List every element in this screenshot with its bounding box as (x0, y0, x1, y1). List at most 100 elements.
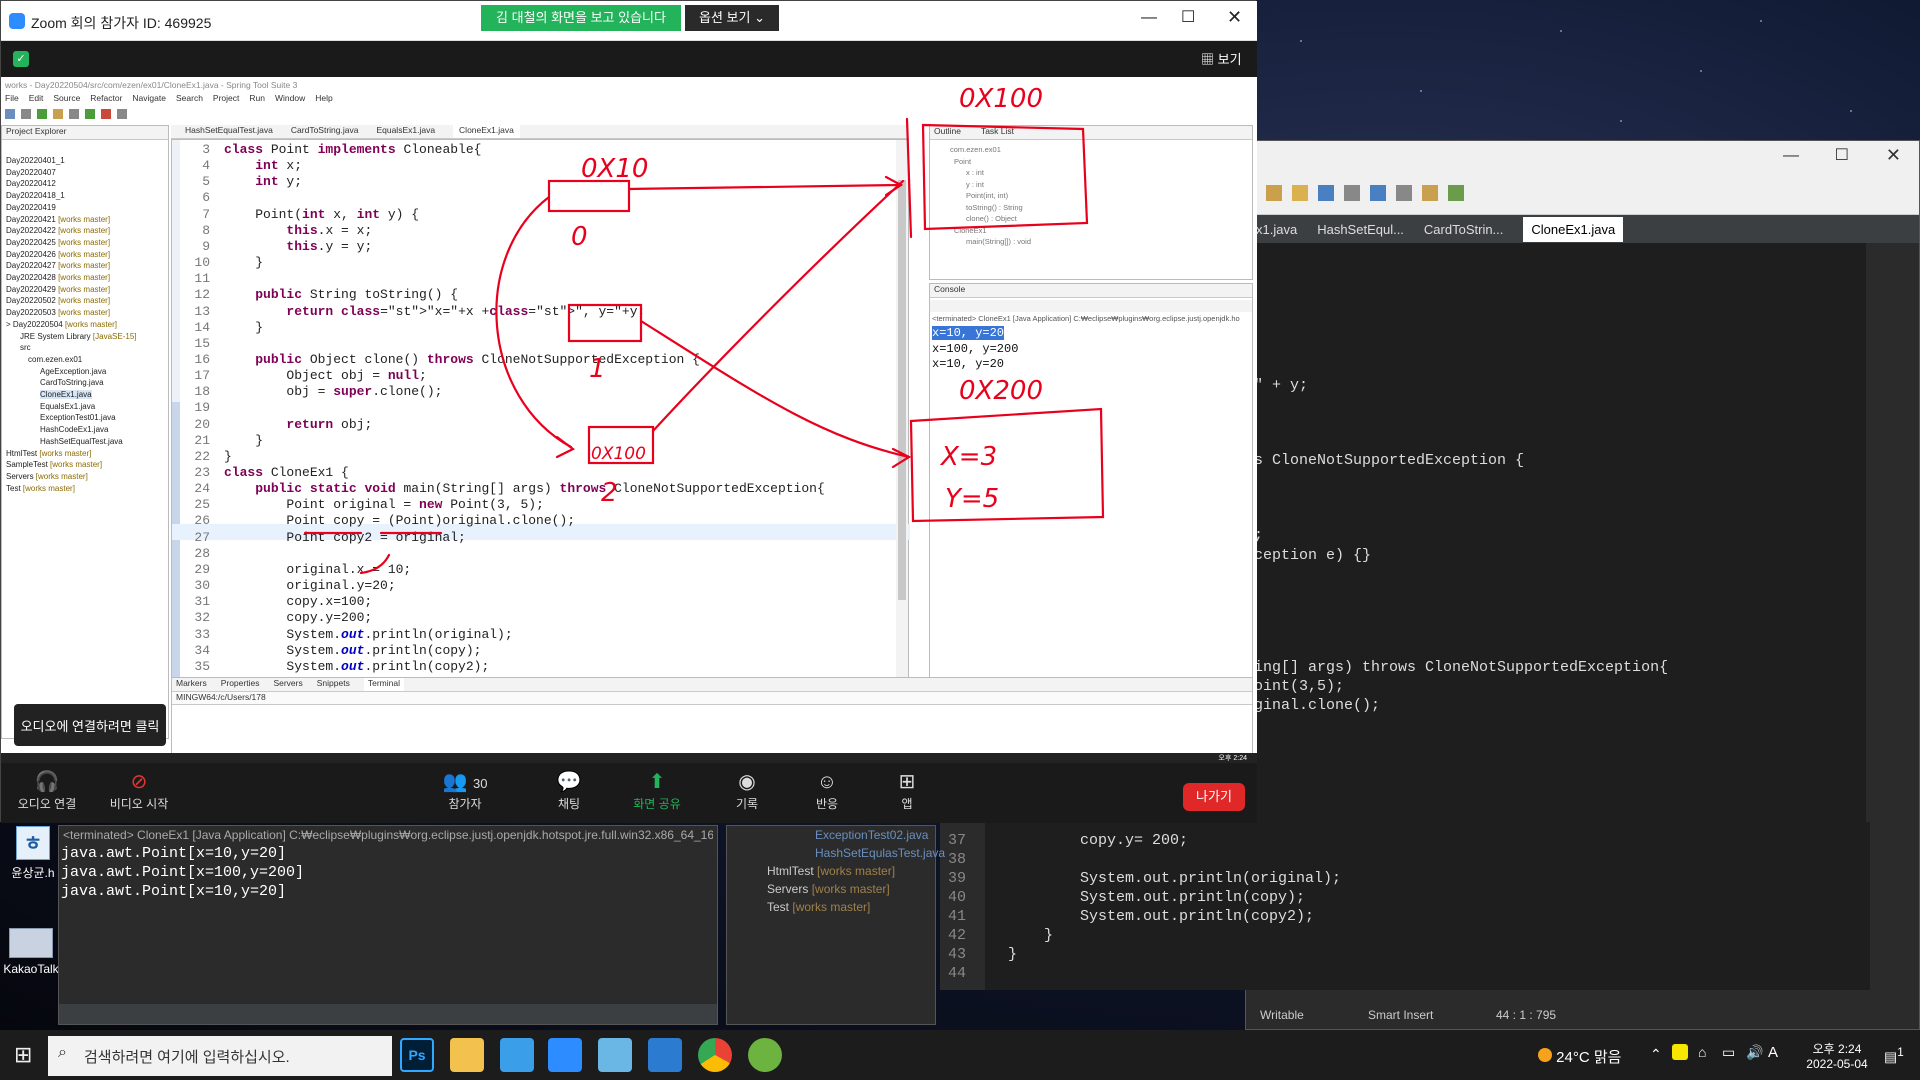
status-bar: Writable Smart Insert 44 : 1 : 795 (1246, 1001, 1919, 1029)
record-button[interactable]: ◉ 기록 (707, 769, 787, 812)
tool-icon[interactable] (1344, 185, 1360, 201)
app-icon[interactable] (598, 1038, 632, 1072)
video-button[interactable]: ⊘ 비디오 시작 (99, 769, 179, 812)
participants-icon: 👥 30 (442, 771, 488, 793)
hwp-file-icon: ㅎ (16, 826, 50, 860)
chevron-up-icon[interactable]: ⌃ (1650, 1046, 1662, 1063)
tool-icon[interactable] (1318, 185, 1334, 201)
monitor-icon[interactable]: ▭ (1722, 1044, 1735, 1061)
view-options-button[interactable]: 옵션 보기 ⌄ (685, 5, 779, 31)
maximize-icon[interactable]: ☐ (1835, 145, 1849, 165)
annotation-stroke (905, 117, 913, 239)
screen-share-banner: 김 대철의 화면을 보고 있습니다 (481, 5, 681, 31)
tree-item[interactable]: ExceptionTest02.java (815, 828, 928, 842)
chrome-icon[interactable] (698, 1038, 732, 1072)
smiley-icon: ☺ (816, 771, 838, 793)
line-number: 37 (948, 832, 967, 849)
ime-indicator[interactable]: A (1768, 1044, 1778, 1061)
chat-icon: 💬 (556, 771, 582, 793)
code-line: " + y; (1254, 377, 1309, 394)
shared-screen[interactable]: works - Day20220504/src/com/ezen/ex01/Cl… (1, 77, 1257, 763)
apps-button[interactable]: ⊞ 앱 (867, 769, 947, 812)
tree-item[interactable]: Servers (767, 882, 808, 896)
tool-icon[interactable] (1448, 185, 1464, 201)
zoom-app-icon[interactable] (548, 1038, 582, 1072)
tree-item[interactable]: HashSetEqulasTest.java (815, 846, 945, 860)
taskbar-search[interactable]: ⌕ 검색하려면 여기에 입력하십시오. (48, 1036, 392, 1076)
code-editor[interactable]: " + y; s CloneNotSupportedException { ; … (1246, 243, 1866, 863)
annotation-stroke (359, 553, 391, 575)
minimize-icon[interactable]: — (1783, 147, 1799, 165)
tree-item[interactable]: Test (767, 900, 789, 914)
arrowhead (555, 435, 576, 459)
maximize-icon[interactable]: ☐ (1181, 7, 1195, 27)
taskbar-search-placeholder: 검색하려면 여기에 입력하십시오. (84, 1048, 290, 1066)
headphones-icon: 🎧 (34, 771, 60, 793)
console-line: java.awt.Point[x=10,y=20] (61, 845, 287, 862)
windows-start-icon[interactable]: ⊞ (14, 1042, 32, 1068)
close-icon[interactable]: ✕ (1227, 7, 1242, 28)
tool-icon[interactable] (1266, 185, 1282, 201)
kakaotalk-tray-icon[interactable] (1672, 1044, 1688, 1060)
app-icon[interactable] (648, 1038, 682, 1072)
annotation-text: 0X100 (959, 84, 1043, 114)
tool-icon[interactable] (1422, 185, 1438, 201)
chat-button[interactable]: 💬 채팅 (529, 769, 609, 812)
desktop-icon-hwp[interactable]: ㅎ 윤상균.h (8, 826, 58, 881)
tab-editor[interactable]: x1.java (1256, 222, 1297, 237)
leave-button[interactable]: 나가기 (1183, 783, 1245, 811)
handwriting-annotations: 0X10 0X100 0X200 X=3 Y=5 0X100 0 1 2 (303, 84, 1105, 575)
app-icon[interactable] (500, 1038, 534, 1072)
tab-editor[interactable]: HashSetEqul... (1317, 222, 1404, 237)
arrow-copy2-to-object (651, 179, 905, 433)
file-explorer-icon[interactable] (450, 1038, 484, 1072)
search-icon: ⌕ (58, 1044, 67, 1061)
annotation-text: 2 (601, 478, 618, 508)
shield-icon[interactable]: ✓ (13, 51, 29, 67)
visible-code-region[interactable]: 37 38 39 40 41 42 43 44 copy.y= 200; Sys… (940, 822, 1870, 990)
zoom-window[interactable]: Zoom 회의 참가자 ID: 469925 김 대철의 화면을 보고 있습니다… (0, 0, 1257, 823)
volume-icon[interactable]: 🔊 (1746, 1044, 1763, 1061)
desktop-icon-kakaotalk[interactable]: KakaoTalk (2, 928, 60, 976)
spring-tool-suite-icon[interactable] (748, 1038, 782, 1072)
weather-widget[interactable]: 24°C 맑음 (1538, 1046, 1621, 1067)
audio-button[interactable]: 🎧 오디오 연결 (7, 769, 87, 812)
tab-editor[interactable]: CardToStrin... (1424, 222, 1503, 237)
clock[interactable]: 오후 2:24 2022-05-04 (1792, 1040, 1882, 1071)
code-line: s CloneNotSupportedException { (1254, 452, 1525, 469)
zoom-control-bar: 🎧 오디오 연결 ⊘ 비디오 시작 👥 30 참가자 💬 채팅 ⬆ 화면 공유 … (1, 763, 1257, 823)
annotation-box-copy (567, 303, 643, 343)
photoshop-icon[interactable]: Ps (400, 1038, 434, 1072)
annotation-box-original (547, 179, 631, 213)
code-line: System.out.println(copy); (1008, 889, 1306, 906)
reactions-button[interactable]: ☺ 반응 (787, 769, 867, 812)
share-screen-button[interactable]: ⬆ 화면 공유 (617, 769, 697, 812)
code-line: oint(3,5); (1254, 678, 1345, 695)
code-line: } (1008, 927, 1054, 944)
background-project-tree[interactable]: ExceptionTest02.java HashSetEqulasTest.j… (726, 825, 945, 1025)
zoom-logo-icon (9, 13, 25, 29)
tree-item[interactable]: HtmlTest (767, 864, 814, 878)
desktop-icon-label: KakaoTalk (3, 962, 59, 976)
zoom-title: Zoom 회의 참가자 ID: 469925 (31, 15, 212, 31)
code-line: ginal.clone(); (1254, 697, 1381, 714)
background-console-panel[interactable]: <terminated> CloneEx1 [Java Application]… (58, 825, 718, 1025)
code-line: ception e) {} (1254, 547, 1372, 564)
code-line: copy.y= 200; (1008, 832, 1189, 849)
tool-icon[interactable] (1292, 185, 1308, 201)
line-number: 41 (948, 908, 967, 925)
tool-icon[interactable] (1396, 185, 1412, 201)
annotation-text: 0X100 (591, 444, 646, 464)
view-button[interactable]: ▦ 보기 (1201, 49, 1242, 68)
network-icon[interactable]: ⌂ (1698, 1044, 1706, 1060)
console-scroll-h[interactable] (59, 1004, 717, 1024)
participants-button[interactable]: 👥 30 참가자 (425, 769, 505, 812)
code-line: System.out.println(copy2); (1008, 908, 1315, 925)
notification-icon[interactable]: ▤1 (1884, 1046, 1904, 1066)
minimize-icon[interactable]: — (1141, 9, 1157, 27)
annotation-object-box-1 (921, 123, 1089, 231)
code-line: ing[] args) throws CloneNotSupportedExce… (1254, 659, 1669, 676)
close-icon[interactable]: ✕ (1886, 145, 1901, 166)
tab-editor-active[interactable]: CloneEx1.java (1523, 216, 1624, 242)
tool-icon[interactable] (1370, 185, 1386, 201)
